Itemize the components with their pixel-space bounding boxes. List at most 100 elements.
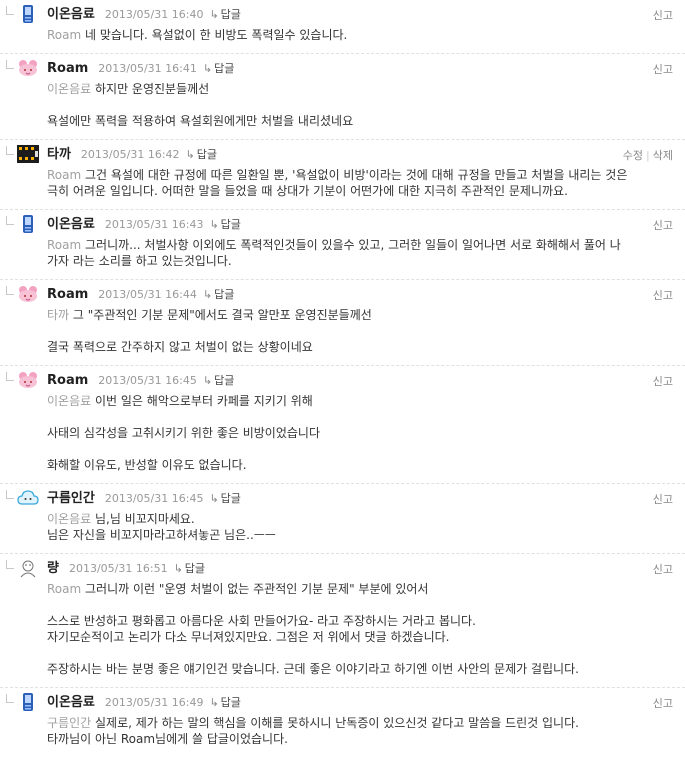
comment-text: 스스로 반성하고 평화롭고 아름다운 사회 만들어가요- 라고 주장하시는 거라… — [47, 614, 476, 628]
comment-actions: 신고 — [653, 561, 673, 577]
author-name[interactable]: 이온음료 — [47, 6, 95, 24]
phone-icon — [17, 213, 39, 235]
reply-label: 답글 — [220, 696, 241, 709]
author-name[interactable]: 량 — [47, 560, 59, 578]
author-name[interactable]: 이온음료 — [47, 216, 95, 234]
pink-character-icon — [17, 369, 39, 391]
comment-header: Roam 2013/05/31 16:41 ↳ 답글 — [47, 60, 673, 78]
reply-indent-icon — [6, 372, 14, 381]
report-button[interactable]: 신고 — [653, 9, 673, 22]
comment-actions: 신고 — [653, 217, 673, 233]
comment-text-line: 타까 그 "주관적인 기분 문제"에서도 결국 알만포 운영진분들께선 — [47, 307, 673, 323]
reply-button[interactable]: ↳ 답글 — [209, 216, 240, 234]
report-button[interactable]: 신고 — [653, 219, 673, 232]
reply-indent-icon — [6, 216, 14, 225]
timestamp: 2013/05/31 16:43 — [104, 218, 204, 231]
comment-text-line: 님은 자신을 비꼬지마라고하셔놓곤 님은..ㅡㅡ — [47, 527, 673, 543]
pink-character-icon — [17, 283, 39, 305]
author-name[interactable]: 구름인간 — [47, 490, 95, 508]
reply-label: 답글 — [184, 562, 206, 575]
reply-target[interactable]: Roam — [47, 238, 81, 252]
comment-body: 이온음료 이번 일은 해악으로부터 카페를 지키기 위해 사태의 심각성을 고취시… — [47, 393, 673, 473]
reply-label: 답글 — [220, 218, 241, 231]
report-button[interactable]: 신고 — [653, 375, 673, 388]
comment-actions: 신고 — [653, 373, 673, 389]
report-button[interactable]: 신고 — [653, 493, 673, 506]
comment-header: Roam 2013/05/31 16:45 ↳ 답글 — [47, 372, 673, 390]
reply-button[interactable]: ↳ 답글 — [174, 560, 205, 578]
author-name[interactable]: 타까 — [47, 146, 71, 164]
phone-icon — [17, 691, 39, 713]
reply-indent-icon — [6, 490, 14, 499]
comment-text: 그 "주관적인 기분 문제"에서도 결국 알만포 운영진분들께선 — [69, 308, 372, 322]
timestamp: 2013/05/31 16:42 — [80, 148, 180, 161]
comment-text-line: 극히 어려운 일입니다. 어떠한 말을 들었을 때 상대가 기분이 어떤가에 대… — [47, 183, 673, 199]
reply-target[interactable]: 이온음료 — [47, 82, 91, 96]
comment-text-line: Roam 네 맞습니다. 욕설없이 한 비방도 폭력일수 있습니다. — [47, 27, 673, 43]
reply-button[interactable]: ↳ 답글 — [203, 60, 234, 78]
comment-header: 타까 2013/05/31 16:42 ↳ 답글 — [47, 146, 673, 164]
comment-header: Roam 2013/05/31 16:44 ↳ 답글 — [47, 286, 673, 304]
reply-arrow-icon: ↳ — [202, 62, 213, 75]
author-name[interactable]: Roam — [47, 372, 88, 390]
cloud-icon — [17, 487, 39, 509]
reply-arrow-icon: ↳ — [209, 696, 219, 709]
comment-item: Roam 2013/05/31 16:44 ↳ 답글 신고타까 그 "주관적인 기분 문… — [0, 280, 685, 366]
reply-indent-icon — [6, 286, 14, 295]
timestamp: 2013/05/31 16:45 — [104, 492, 204, 505]
reply-target[interactable]: 구름인간 — [47, 716, 91, 730]
comment-actions: 신고 — [653, 695, 673, 711]
comment-text: 그러니까 이런 "운영 처벌이 없는 주관적인 기분 문제" 부분에 있어서 — [81, 582, 429, 596]
delete-button[interactable]: 삭제 — [653, 149, 673, 162]
comment-text: 그러니까... 처벌사항 이외에도 폭력적인것들이 있을수 있고, 그러한 일들… — [81, 238, 621, 252]
comment-header: 이온음료 2013/05/31 16:40 ↳ 답글 — [47, 6, 673, 24]
reply-target[interactable]: 이온음료 — [47, 512, 91, 526]
comment-text: 극히 어려운 일입니다. 어떠한 말을 들었을 때 상대가 기분이 어떤가에 대… — [47, 184, 568, 198]
author-name[interactable]: Roam — [47, 286, 88, 304]
comment-header: 이온음료 2013/05/31 16:49 ↳ 답글 — [47, 694, 673, 712]
comment-text: 네 맞습니다. 욕설없이 한 비방도 폭력일수 있습니다. — [81, 28, 348, 42]
reply-button[interactable]: ↳ 답글 — [203, 372, 234, 390]
author-name[interactable]: 이온음료 — [47, 694, 95, 712]
film-strip-icon — [17, 143, 39, 165]
author-name[interactable]: Roam — [47, 60, 88, 78]
comment-text-line: 사태의 심각성을 고취시키기 위한 좋은 비방이었습니다 — [47, 425, 673, 441]
comment-item: Roam 2013/05/31 16:45 ↳ 답글 신고이온음료 이번 일은 해악으로… — [0, 366, 685, 484]
reply-target[interactable]: Roam — [47, 582, 81, 596]
separator: | — [646, 149, 650, 162]
comment-text-line: 주장하시는 바는 분명 좋은 얘기인건 맞습니다. 근데 좋은 이야기라고 하기… — [47, 661, 673, 677]
reply-indent-icon — [6, 146, 14, 155]
reply-target[interactable]: 타까 — [47, 308, 69, 322]
comment-body: 이온음료 하지만 운영진분들께선 욕설에만 폭력을 적용하여 욕설회원에게만 처벌… — [47, 81, 673, 129]
comment-text-line: 스스로 반성하고 평화롭고 아름다운 사회 만들어가요- 라고 주장하시는 거라… — [47, 613, 673, 629]
reply-target[interactable]: Roam — [47, 168, 81, 182]
timestamp: 2013/05/31 16:40 — [104, 8, 204, 21]
reply-button[interactable]: ↳ 답글 — [209, 6, 240, 24]
comment-item: 이온음료 2013/05/31 16:40 ↳ 답글 신고 Roam 네 맞습니다. 욕설… — [0, 0, 685, 54]
reply-target[interactable]: 이온음료 — [47, 394, 91, 408]
reply-arrow-icon: ↳ — [202, 288, 213, 301]
reply-indent-icon — [6, 694, 14, 703]
timestamp: 2013/05/31 16:44 — [98, 288, 197, 301]
comment-text-line: 결국 폭력으로 간주하지 않고 처벌이 없는 상황이네요 — [47, 339, 673, 355]
report-button[interactable]: 신고 — [653, 289, 673, 302]
reply-button[interactable]: ↳ 답글 — [209, 694, 240, 712]
report-button[interactable]: 신고 — [653, 563, 673, 576]
reply-button[interactable]: ↳ 답글 — [209, 490, 240, 508]
reply-label: 답글 — [214, 374, 235, 387]
reply-label: 답글 — [214, 288, 235, 301]
comment-list: 이온음료 2013/05/31 16:40 ↳ 답글 신고 Roam 네 맞습니다. 욕설… — [0, 0, 685, 757]
reply-button[interactable]: ↳ 답글 — [203, 286, 234, 304]
report-button[interactable]: 신고 — [653, 63, 673, 76]
reply-target[interactable]: Roam — [47, 28, 81, 42]
edit-button[interactable]: 수정 — [623, 149, 643, 162]
comment-text-line: 화해할 이유도, 반성할 이유도 없습니다. — [47, 457, 673, 473]
reply-indent-icon — [6, 560, 14, 569]
sketch-character-icon — [17, 557, 39, 579]
comment-text-line: Roam 그러니까... 처벌사항 이외에도 폭력적인것들이 있을수 있고, 그… — [47, 237, 673, 253]
report-button[interactable]: 신고 — [653, 697, 673, 710]
reply-button[interactable]: ↳ 답글 — [186, 146, 217, 164]
